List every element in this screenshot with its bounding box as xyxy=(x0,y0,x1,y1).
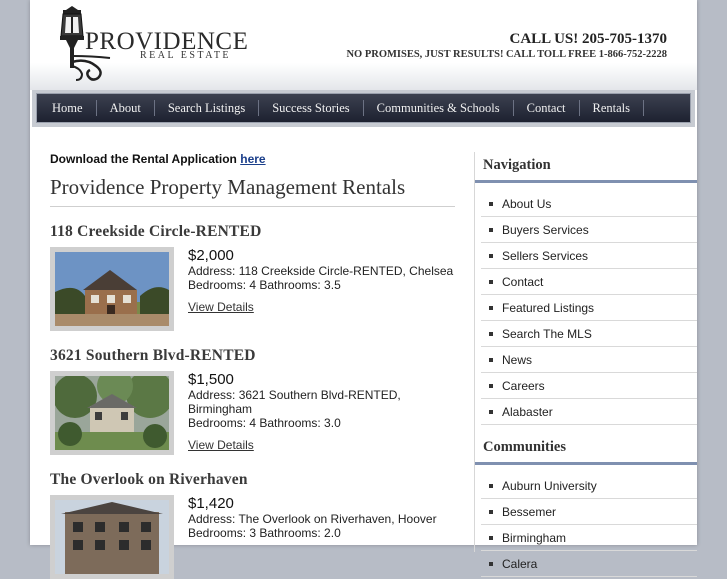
logo-subtitle: REAL ESTATE xyxy=(140,50,232,61)
download-text: Download the Rental Application xyxy=(50,152,237,166)
nav-home[interactable]: Home xyxy=(39,100,97,116)
call-us-phone: CALL US! 205-705-1370 xyxy=(509,31,667,47)
nav-about[interactable]: About xyxy=(97,100,155,116)
download-application-line: Download the Rental Application here xyxy=(50,152,455,166)
listing-price: $2,000 xyxy=(188,247,234,264)
community-birmingham[interactable]: Birmingham xyxy=(481,525,697,551)
house-photo-icon xyxy=(55,376,169,450)
nav-success-stories[interactable]: Success Stories xyxy=(259,100,364,116)
view-details-link[interactable]: View Details xyxy=(188,300,254,314)
nav-search-listings[interactable]: Search Listings xyxy=(155,100,260,116)
listing-address: Address: The Overlook on Riverhaven, Hoo… xyxy=(188,512,437,526)
house-photo-icon xyxy=(55,252,169,326)
listing-item: 118 Creekside Circle-RENTED $2,000 Addre… xyxy=(50,223,455,331)
tagline: NO PROMISES, JUST RESULTS! CALL TOLL FRE… xyxy=(346,49,667,60)
nav-bar-frame: Home About Search Listings Success Stori… xyxy=(32,90,695,127)
sidebar-heading-navigation: Navigation xyxy=(475,152,697,183)
sidebar-heading-communities: Communities xyxy=(475,434,697,465)
sidebar-item-sellers-services[interactable]: Sellers Services xyxy=(481,243,697,269)
listing-photo[interactable] xyxy=(50,371,174,455)
sidebar-item-alabaster[interactable]: Alabaster xyxy=(481,399,697,425)
sidebar-item-careers[interactable]: Careers xyxy=(481,373,697,399)
sidebar-nav-list: About Us Buyers Services Sellers Service… xyxy=(475,191,697,425)
listing-title[interactable]: 118 Creekside Circle-RENTED xyxy=(50,223,455,241)
main-nav: Home About Search Listings Success Stori… xyxy=(36,93,691,123)
community-calera[interactable]: Calera xyxy=(481,551,697,577)
page: PROVIDENCE REAL ESTATE CALL US! 205-705-… xyxy=(30,0,697,579)
listing-photo[interactable] xyxy=(50,247,174,331)
nav-contact[interactable]: Contact xyxy=(514,100,580,116)
main-content: Download the Rental Application here Pro… xyxy=(50,152,455,579)
page-title: Providence Property Management Rentals xyxy=(50,175,455,207)
nav-rentals[interactable]: Rentals xyxy=(580,100,644,116)
building-photo-icon xyxy=(55,500,169,574)
sidebar-item-featured-listings[interactable]: Featured Listings xyxy=(481,295,697,321)
sidebar-item-about-us[interactable]: About Us xyxy=(481,191,697,217)
listing-rooms: Bedrooms: 4 Bathrooms: 3.0 xyxy=(188,416,341,430)
listing-address: Address: 118 Creekside Circle-RENTED, Ch… xyxy=(188,264,454,278)
site-header: PROVIDENCE REAL ESTATE CALL US! 205-705-… xyxy=(30,0,697,90)
community-auburn-university[interactable]: Auburn University xyxy=(481,473,697,499)
download-link[interactable]: here xyxy=(240,152,265,166)
listing-rooms: Bedrooms: 3 Bathrooms: 2.0 xyxy=(188,526,341,540)
sidebar: Navigation About Us Buyers Services Sell… xyxy=(474,152,697,577)
listing-photo[interactable] xyxy=(50,495,174,579)
listing-item: The Overlook on Riverhaven $1,420 Addres… xyxy=(50,471,455,579)
sidebar-item-news[interactable]: News xyxy=(481,347,697,373)
listing-price: $1,420 xyxy=(188,495,234,512)
listing-rooms: Bedrooms: 4 Bathrooms: 3.5 xyxy=(188,278,341,292)
listing-item: 3621 Southern Blvd-RENTED $1,500 Address… xyxy=(50,347,455,455)
listing-address: Address: 3621 Southern Blvd-RENTED, Birm… xyxy=(188,388,401,416)
sidebar-communities-list: Auburn University Bessemer Birmingham Ca… xyxy=(475,473,697,577)
sidebar-item-contact[interactable]: Contact xyxy=(481,269,697,295)
listing-title[interactable]: 3621 Southern Blvd-RENTED xyxy=(50,347,455,365)
sidebar-item-search-mls[interactable]: Search The MLS xyxy=(481,321,697,347)
listing-title[interactable]: The Overlook on Riverhaven xyxy=(50,471,455,489)
listing-price: $1,500 xyxy=(188,371,234,388)
sidebar-item-buyers-services[interactable]: Buyers Services xyxy=(481,217,697,243)
community-bessemer[interactable]: Bessemer xyxy=(481,499,697,525)
view-details-link[interactable]: View Details xyxy=(188,438,254,452)
nav-communities-schools[interactable]: Communities & Schools xyxy=(364,100,514,116)
